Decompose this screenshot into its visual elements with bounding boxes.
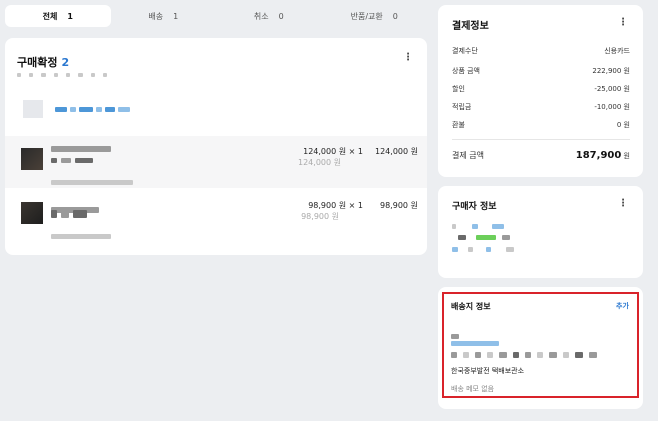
payment-row-label: 상품 금액 (452, 67, 480, 75)
tab-all-label: 전체 (42, 11, 58, 21)
product-unit-price: 98,900 원 (308, 201, 347, 210)
product-total: 98,900 원 (380, 201, 418, 210)
buyer-info-title: 구매자 정보 (452, 202, 497, 212)
tab-all-count: 1 (67, 11, 73, 21)
tab-return-exchange-count: 0 (392, 11, 398, 21)
payment-total-row: 결제 금액 187,900 원 (452, 150, 630, 161)
buyer-details-redacted (452, 224, 542, 264)
refund-row: 환불 0 원 (452, 120, 630, 130)
payment-divider (452, 139, 630, 140)
product-original-price: 124,000 원 (298, 158, 341, 167)
tab-shipping-label: 배송 (148, 11, 164, 21)
payment-row-label: 할인 (452, 85, 465, 93)
order-status-title: 구매확정 2 (17, 54, 69, 70)
product-quantity: × 1 (348, 147, 363, 156)
product-amount-row: 상품 금액 222,900 원 (452, 66, 630, 76)
add-address-link[interactable]: 추가 (616, 301, 629, 311)
tab-cancel-count: 0 (278, 11, 284, 21)
tab-shipping[interactable]: 배송 1 (111, 5, 217, 27)
product-original-price: 98,900 원 (301, 212, 339, 221)
buyer-more-icon[interactable]: ⋮ (618, 198, 628, 209)
order-card: 구매확정 2 ⋮ 124,000 원 × 1 124,000 원 124,000… (5, 38, 427, 255)
tab-shipping-count: 1 (173, 11, 179, 21)
shipping-info-card: 배송지 정보 추가 한국중부발전 택배보관소 배송 메모 없음 (438, 287, 643, 409)
product-price: 124,000 원 × 1 (273, 146, 363, 157)
product-option-redacted (51, 158, 93, 163)
address-redacted (451, 352, 597, 358)
order-item-count: 2 (61, 56, 70, 69)
payment-row-label: 결제수단 (452, 47, 478, 55)
order-more-icon[interactable]: ⋮ (403, 52, 413, 63)
product-price: 98,900 원 × 1 (277, 200, 363, 211)
payment-row-label: 적립금 (452, 103, 472, 111)
product-thumbnail[interactable] (21, 148, 43, 170)
payment-info-title: 결제정보 (452, 21, 489, 32)
product-unit-price: 124,000 원 (303, 147, 347, 156)
order-status-label: 구매확정 (17, 56, 58, 69)
shipping-memo: 배송 메모 없음 (451, 385, 495, 393)
product-row: 124,000 원 × 1 124,000 원 124,000 원 (5, 136, 427, 188)
product-total: 124,000 원 (375, 147, 418, 156)
tab-all[interactable]: 전체 1 (5, 5, 111, 27)
payment-row-value: -10,000 원 (594, 103, 630, 111)
product-detail-redacted (51, 170, 133, 189)
product-detail-redacted (51, 224, 111, 243)
payment-info-card: 결제정보 ⋮ 결제수단 신용카드 상품 금액 222,900 원 할인 -25,… (438, 5, 643, 177)
recipient-phone-redacted (451, 341, 499, 346)
tab-return-exchange-label: 반품/교환 (350, 11, 383, 21)
payment-row-value: 신용카드 (604, 47, 630, 55)
shipping-info-title: 배송지 정보 (451, 302, 491, 311)
store-name-redacted[interactable] (55, 107, 130, 112)
payment-total-label: 결제 금액 (452, 151, 484, 160)
points-row: 적립금 -10,000 원 (452, 102, 630, 112)
payment-row-value: 0 원 (616, 121, 630, 129)
product-quantity: × 1 (348, 201, 363, 210)
order-meta-redacted (17, 73, 107, 77)
address-name: 한국중부발전 택배보관소 (451, 367, 525, 375)
product-row: 98,900 원 × 1 98,900 원 98,900 원 (5, 190, 427, 242)
order-status-tabs: 전체 1 배송 1 취소 0 반품/교환 0 (5, 5, 427, 27)
payment-row-label: 환불 (452, 121, 465, 129)
product-name-redacted[interactable] (51, 146, 111, 152)
payment-row-value: -25,000 원 (594, 85, 630, 93)
buyer-info-card: 구매자 정보 ⋮ (438, 186, 643, 278)
product-option-redacted (51, 210, 87, 218)
discount-row: 할인 -25,000 원 (452, 84, 630, 94)
store-logo (23, 100, 43, 118)
payment-more-icon[interactable]: ⋮ (618, 17, 628, 28)
tab-return-exchange[interactable]: 반품/교환 0 (322, 5, 428, 27)
tab-cancel[interactable]: 취소 0 (216, 5, 322, 27)
payment-method-row: 결제수단 신용카드 (452, 46, 630, 56)
payment-total-value: 187,900 (575, 150, 622, 161)
payment-total-unit: 원 (623, 152, 630, 160)
product-thumbnail[interactable] (21, 202, 43, 224)
payment-row-value: 222,900 원 (592, 67, 630, 75)
tab-cancel-label: 취소 (253, 11, 269, 21)
